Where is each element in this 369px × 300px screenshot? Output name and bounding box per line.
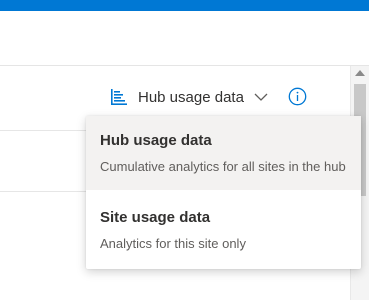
menu-item-description: Cumulative analytics for all sites in th… bbox=[100, 159, 346, 174]
page-header bbox=[0, 11, 369, 66]
top-accent-bar bbox=[0, 0, 369, 11]
usage-data-menu: Hub usage data Cumulative analytics for … bbox=[86, 116, 361, 269]
usage-data-selected-label: Hub usage data bbox=[138, 88, 244, 106]
chevron-down-icon bbox=[254, 93, 268, 101]
info-icon[interactable] bbox=[288, 87, 307, 106]
bar-chart-icon bbox=[111, 89, 127, 105]
menu-item-title: Hub usage data bbox=[100, 132, 212, 149]
usage-data-dropdown[interactable]: Hub usage data bbox=[110, 86, 268, 108]
menu-item-title: Site usage data bbox=[100, 209, 211, 226]
menu-item-hub-usage-data[interactable]: Hub usage data Cumulative analytics for … bbox=[86, 116, 361, 190]
menu-item-site-usage-data[interactable]: Site usage data Analytics for this site … bbox=[86, 194, 361, 269]
scroll-up-arrow-icon[interactable] bbox=[355, 70, 365, 76]
menu-item-description: Analytics for this site only bbox=[100, 236, 246, 251]
